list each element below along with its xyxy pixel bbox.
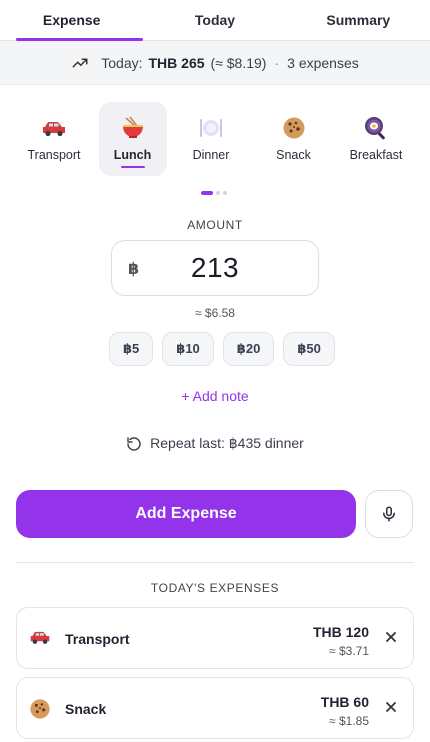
- amount-value: 213: [190, 252, 240, 283]
- category-label: Snack: [276, 148, 311, 162]
- category-pager[interactable]: [201, 191, 227, 195]
- category-breakfast[interactable]: Breakfast: [338, 102, 414, 176]
- pager-dot: [216, 191, 220, 195]
- close-icon[interactable]: [383, 699, 399, 715]
- pager-dot-active: [201, 191, 213, 195]
- amount-input[interactable]: ฿ 213: [111, 240, 319, 296]
- tab-today[interactable]: Today: [143, 0, 286, 40]
- category-label: Lunch: [113, 148, 152, 162]
- add-note-link[interactable]: + Add note: [0, 388, 430, 404]
- category-label: Transport: [27, 148, 81, 162]
- section-divider: [16, 562, 414, 563]
- category-transport[interactable]: Transport: [16, 102, 92, 176]
- amount-label: AMOUNT: [187, 218, 243, 232]
- noodle-bowl-icon: [119, 114, 147, 142]
- quick-amount-button[interactable]: ฿50: [283, 332, 335, 366]
- tab-expense[interactable]: Expense: [0, 0, 144, 41]
- expense-amount: THB 120: [312, 624, 369, 640]
- repeat-last-button[interactable]: Repeat last: ฿435 dinner: [0, 435, 430, 452]
- cookie-icon: [29, 698, 51, 720]
- quick-amount-button[interactable]: ฿5: [109, 332, 154, 366]
- summary-separator: ·: [274, 54, 280, 71]
- todays-expenses-heading: TODAY'S EXPENSES: [150, 581, 280, 595]
- expense-usd: ≈ $1.85: [329, 714, 369, 728]
- pager-dot: [223, 191, 227, 195]
- summary-count: 3 expenses: [287, 54, 359, 71]
- close-icon[interactable]: [383, 629, 399, 645]
- expense-amount: THB 60: [320, 694, 369, 710]
- category-label: Breakfast: [349, 148, 403, 162]
- quick-amount-button[interactable]: ฿20: [222, 332, 275, 366]
- expense-name: Transport: [65, 631, 130, 647]
- today-summary-bar: Today: THB 265 (≈ $8.19) · 3 expenses: [0, 41, 430, 85]
- car-icon: [40, 114, 68, 142]
- category-dinner[interactable]: Dinner: [173, 102, 249, 176]
- quick-amount-button[interactable]: ฿10: [162, 332, 214, 366]
- repeat-last-label: Repeat last: ฿435 dinner: [150, 435, 304, 451]
- summary-approx: (≈ $8.19): [210, 54, 267, 71]
- category-label: Dinner: [192, 148, 230, 162]
- car-icon: [29, 628, 51, 650]
- tab-bar: Expense Today Summary: [0, 0, 430, 41]
- voice-input-button[interactable]: [365, 490, 413, 538]
- expense-name: Snack: [65, 701, 107, 717]
- expense-row: Snack THB 60 ≈ $1.85: [16, 677, 414, 739]
- amount-approx: ≈ $6.58: [195, 306, 235, 320]
- category-snack[interactable]: Snack: [256, 102, 332, 176]
- cookie-icon: [280, 114, 308, 142]
- plate-icon: [197, 114, 225, 142]
- category-lunch[interactable]: Lunch: [98, 102, 167, 176]
- currency-symbol: ฿: [128, 261, 140, 278]
- trending-up-icon: [72, 58, 88, 67]
- repeat-icon: [127, 436, 141, 451]
- microphone-icon: [383, 506, 395, 522]
- tab-summary[interactable]: Summary: [287, 0, 430, 40]
- selected-indicator: [120, 166, 145, 168]
- frying-pan-icon: [362, 114, 390, 142]
- expense-usd: ≈ $3.71: [329, 644, 369, 658]
- expense-row: Transport THB 120 ≈ $3.71: [16, 607, 414, 669]
- summary-total: THB 265: [148, 54, 205, 71]
- quick-amounts: ฿5 ฿10 ฿20 ฿50: [109, 332, 335, 366]
- add-expense-button[interactable]: Add Expense: [16, 490, 356, 538]
- summary-prefix: Today:: [101, 54, 143, 71]
- category-picker: Transport Lunch Dinner Snack Breakfast: [16, 102, 414, 176]
